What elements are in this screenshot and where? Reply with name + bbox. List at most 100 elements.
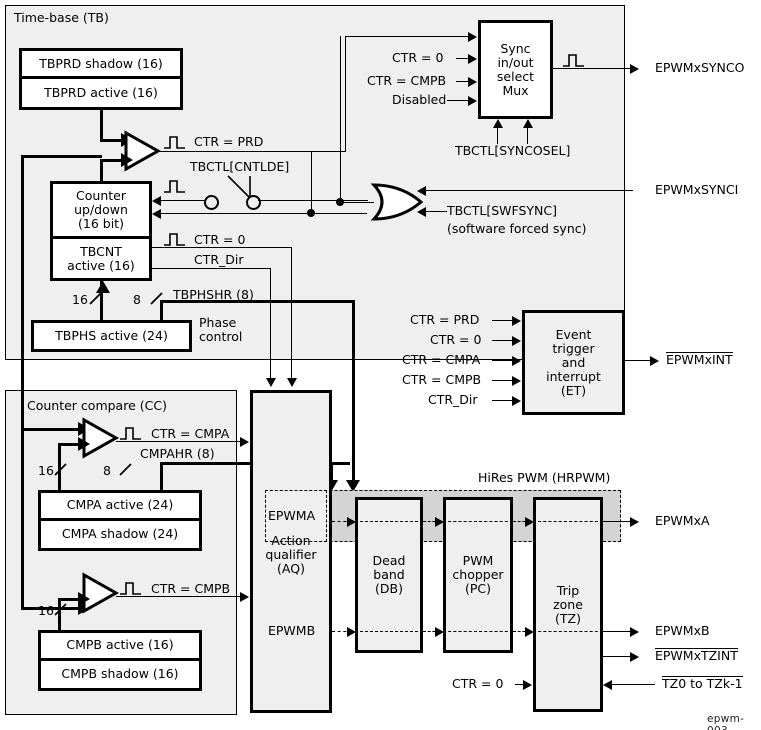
label-epwmxa: EPWMxA (655, 513, 710, 528)
wire-ctr-zero-right (152, 247, 292, 248)
arrow-counter-comparator (121, 153, 133, 167)
label-ctr-dir-tb: CTR_Dir (194, 252, 244, 267)
label-mux-disabled: Disabled (392, 92, 447, 107)
tbprd-shadow-label: TBPRD shadow (16) (22, 51, 180, 79)
action-qualifier-block: Action qualifier (AQ) (250, 390, 332, 713)
tbprd-register-block: TBPRD shadow (16) TBPRD active (16) (19, 48, 183, 110)
arrow-et-out (650, 356, 659, 366)
wire-synci-down (311, 151, 312, 201)
switch-contact-left (204, 195, 219, 210)
arrow-epwmb-pc (435, 627, 444, 637)
arrow-ctr-zero-into-aq (287, 378, 297, 387)
arrow-et-ctr-dir (512, 396, 521, 406)
label-ctr-zero-tb: CTR = 0 (194, 232, 246, 247)
arrow-ctr-prd-mux (468, 32, 477, 42)
pulse-icon-ctr-cmpb (120, 582, 141, 595)
wire-mux-disabled (447, 100, 470, 101)
arrow-syncosel-1 (493, 119, 503, 128)
label-epwmb: EPWMB (268, 623, 316, 638)
wire-tzint-out (603, 656, 633, 657)
wire-mux-out (553, 68, 633, 69)
label-et-ctr-zero: CTR = 0 (430, 332, 482, 347)
label-ctr-cmpb: CTR = CMPB (151, 581, 231, 596)
signal-path-epwma-6 (533, 521, 603, 522)
arrow-epwmb-tz (525, 627, 534, 637)
label-tbctl-syncosel: TBCTL[SYNCOSEL] (455, 143, 571, 158)
cmpb-shadow-label: CMPB shadow (16) (61, 666, 179, 682)
wire-tbprd-to-comparator (100, 108, 103, 142)
wire-tbphshr-right (160, 300, 355, 303)
bus-slash-8-tbphshr (150, 292, 163, 305)
tbphs-active-block: TBPHS active (24) (31, 320, 192, 352)
wire-et-ctr-zero (492, 340, 514, 341)
signal-path-epwma-2 (355, 521, 423, 522)
label-bus-16-cmpb: 16 (38, 603, 54, 618)
wire-et-ctr-cmpb (492, 380, 514, 381)
wire-swfsync-in (425, 211, 447, 212)
bus-slash-16-cmpa (54, 463, 67, 476)
bus-slash-16-cmpb (54, 603, 67, 616)
wire-syncosel-2 (527, 126, 528, 144)
label-tz-inputs: TZ0 to TZk-1 (662, 676, 743, 691)
label-epwmxb: EPWMxB (655, 623, 710, 638)
arrow-cntlde-into-counter (152, 196, 161, 206)
region-counter-compare-label: Counter compare (CC) (27, 398, 167, 413)
label-mux-ctr-cmpb: CTR = CMPB (367, 73, 447, 88)
arrow-synci-in (417, 186, 426, 196)
label-mux-ctr-zero: CTR = 0 (392, 50, 444, 65)
label-tbctl-swfsync: TBCTL[SWFSYNC] (447, 203, 557, 218)
label-swfsync-note: (software forced sync) (447, 221, 587, 236)
arrow-epwma-tz (525, 517, 534, 527)
arrow-et-ctr-zero (512, 336, 521, 346)
wire-cmpahr-up (160, 462, 163, 492)
label-ctr-zero-tz: CTR = 0 (452, 676, 504, 691)
wire-ctr-cmpb-to-aq (116, 596, 242, 597)
rail-to-cmpa-comparator (21, 428, 82, 431)
arrow-cmpa-lower-input (78, 437, 90, 451)
wire-orgate-up (340, 36, 341, 202)
arrow-synco (630, 64, 639, 74)
cmpb-register-block: CMPB active (16) CMPB shadow (16) (38, 630, 202, 691)
wire-ctr-prd-to-mux (345, 36, 470, 37)
hrpwm-region-label: HiRes PWM (HRPWM) (478, 470, 611, 485)
cmpa-active-label: CMPA active (24) (41, 493, 199, 521)
arrow-mux-ctr-cmpb (468, 77, 477, 87)
wire-et-ctr-dir (492, 400, 514, 401)
epwm-block-diagram: Time-base (TB) Counter compare (CC) TBPR… (0, 0, 761, 730)
pulse-icon-synco (563, 54, 584, 67)
arrow-et-ctr-cmpa (512, 356, 521, 366)
wire-epwma-out (603, 521, 633, 522)
arrow-epwmb-db (347, 627, 356, 637)
label-bus-16-cmpa: 16 (38, 463, 54, 478)
rail-left-vertical (21, 155, 24, 610)
wire-ctr-prd-up (345, 36, 346, 152)
label-epwmxsynci: EPWMxSYNCI (655, 182, 739, 197)
bus-slash-16-tbphs (89, 292, 102, 305)
wire-et-ctr-prd (492, 320, 514, 321)
label-et-ctr-dir: CTR_Dir (428, 392, 478, 407)
arrow-et-ctr-cmpb (512, 376, 521, 386)
wire-et-ctr-cmpa (492, 360, 514, 361)
cmpa-register-block: CMPA active (24) CMPA shadow (24) (38, 490, 202, 551)
label-epwmxsynco: EPWMxSYNCO (655, 60, 745, 75)
arrow-tz-inputs (603, 680, 612, 690)
label-ctr-prd: CTR = PRD (194, 134, 264, 149)
arrow-et-ctr-prd (512, 316, 521, 326)
arrow-sync-into-counter (152, 209, 161, 219)
arrow-epwma-pc (435, 517, 444, 527)
arrow-epwma-db (347, 517, 356, 527)
tbcnt-active-label: TBCNT active (16) (67, 243, 135, 273)
label-epwmxint: EPWMxINT (666, 352, 733, 367)
label-bus-16-tbphs: 16 (72, 292, 88, 307)
sync-select-mux-block: Sync in/out select Mux (478, 20, 553, 119)
arrow-swfsync-in (417, 207, 426, 217)
signal-path-epwmb-4 (443, 631, 513, 632)
wire-ctr-dir-down (270, 268, 271, 379)
counter-updown-label: Counter up/down (16 bit) (53, 184, 149, 240)
switch-blade-icon (227, 175, 251, 199)
arrow-tzint-out (630, 652, 639, 662)
label-et-ctr-prd: CTR = PRD (410, 312, 480, 327)
pulse-icon-ctr-cmpa (120, 427, 141, 440)
figure-id-label: epwm-003 (707, 713, 745, 730)
arrow-mux-disabled (468, 96, 477, 106)
